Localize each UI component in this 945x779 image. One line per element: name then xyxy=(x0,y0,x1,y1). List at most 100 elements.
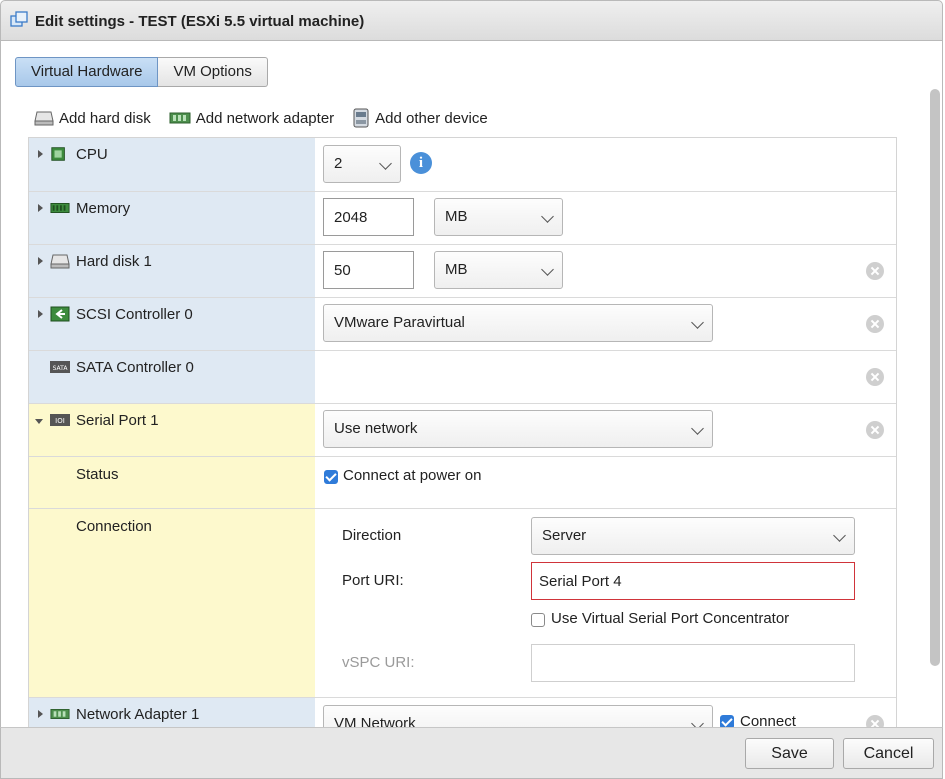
device-label-network-adapter: Network Adapter 1 xyxy=(76,706,200,723)
serial-connection-row: Connection Direction Server Port URI: Us… xyxy=(29,509,896,698)
window-title: Edit settings - TEST (ESXi 5.5 virtual m… xyxy=(35,13,365,30)
scrollbar[interactable] xyxy=(930,89,940,666)
device-row-network-adapter: Network Adapter 1 VM Network Connect xyxy=(29,698,896,727)
network-connect-label[interactable]: Connect xyxy=(740,713,796,727)
add-network-adapter-button[interactable]: Add network adapter xyxy=(169,110,334,127)
add-hard-disk-button[interactable]: Add hard disk xyxy=(34,110,151,127)
serial-port-type-select[interactable]: Use network xyxy=(323,410,713,448)
device-label-scsi: SCSI Controller 0 xyxy=(76,306,193,323)
cancel-button[interactable]: Cancel xyxy=(843,738,934,769)
device-label-cell: Status xyxy=(29,457,315,508)
expand-hard-disk-toggle[interactable] xyxy=(38,257,43,265)
direction-label: Direction xyxy=(342,527,402,544)
cpu-icon xyxy=(51,147,65,161)
tab-bar: Virtual Hardware VM Options xyxy=(15,57,268,87)
memory-unit-value: MB xyxy=(445,208,468,225)
remove-serial-port-icon[interactable] xyxy=(866,421,884,439)
remove-sata-icon[interactable] xyxy=(866,368,884,386)
memory-icon xyxy=(50,203,70,213)
chevron-down-icon xyxy=(541,210,554,223)
scsi-type-value: VMware Paravirtual xyxy=(334,314,465,331)
device-label-cpu: CPU xyxy=(76,146,108,163)
device-label-memory: Memory xyxy=(76,200,131,217)
device-label-cell: SCSI Controller 0 xyxy=(29,298,315,350)
disk-unit-value: MB xyxy=(445,261,468,278)
expand-memory-toggle[interactable] xyxy=(38,204,43,212)
hard-disk-icon xyxy=(50,254,70,269)
connect-at-power-on-checkbox[interactable] xyxy=(324,470,338,484)
device-label-cell: Hard disk 1 xyxy=(29,245,315,297)
svg-text:SATA: SATA xyxy=(53,365,69,372)
info-icon[interactable]: i xyxy=(410,152,432,174)
connection-label: Connection xyxy=(76,518,152,535)
direction-select[interactable]: Server xyxy=(531,517,855,555)
svg-text:IOI: IOI xyxy=(55,417,65,425)
save-button[interactable]: Save xyxy=(745,738,834,769)
device-row-cpu: CPU 2 i xyxy=(29,138,896,192)
device-label-cell: Memory xyxy=(29,192,315,244)
chevron-down-icon xyxy=(691,422,704,435)
device-label-cell: Connection xyxy=(29,509,315,697)
cpu-count-value: 2 xyxy=(334,155,343,172)
device-label-hard-disk: Hard disk 1 xyxy=(76,253,152,270)
device-label-cell: CPU xyxy=(29,138,315,191)
sata-controller-icon: SATA xyxy=(50,361,70,373)
title-bar: Edit settings - TEST (ESXi 5.5 virtual m… xyxy=(0,0,943,41)
serial-port-type-value: Use network xyxy=(334,420,418,437)
add-hard-disk-label: Add hard disk xyxy=(59,109,151,127)
tab-vm-options[interactable]: VM Options xyxy=(158,57,268,87)
device-label-serial-port: Serial Port 1 xyxy=(76,412,159,429)
port-uri-input[interactable] xyxy=(531,562,855,600)
chevron-down-icon xyxy=(379,157,392,170)
use-vspc-label[interactable]: Use Virtual Serial Port Concentrator xyxy=(551,610,789,627)
hard-disk-icon xyxy=(34,111,54,126)
scsi-type-select[interactable]: VMware Paravirtual xyxy=(323,304,713,342)
chevron-down-icon xyxy=(691,316,704,329)
device-row-scsi: SCSI Controller 0 VMware Paravirtual xyxy=(29,298,896,351)
chevron-down-icon xyxy=(833,529,846,542)
add-other-device-label: Add other device xyxy=(375,109,488,127)
vm-icon xyxy=(10,11,28,27)
device-row-serial-port: IOI Serial Port 1 Use network xyxy=(29,404,896,457)
dialog-content: Virtual Hardware VM Options Add hard dis… xyxy=(0,41,943,728)
direction-value: Server xyxy=(542,527,587,544)
scsi-controller-icon xyxy=(50,306,70,322)
network-adapter-icon xyxy=(169,112,191,124)
device-label-cell: Network Adapter 1 xyxy=(29,698,315,727)
disk-unit-select[interactable]: MB xyxy=(434,251,563,289)
add-network-adapter-label: Add network adapter xyxy=(195,109,335,127)
vspc-uri-input[interactable] xyxy=(531,644,855,682)
add-other-device-button[interactable]: Add other device xyxy=(352,108,488,128)
network-select[interactable]: VM Network xyxy=(323,705,713,727)
connect-at-power-on-label[interactable]: Connect at power on xyxy=(343,467,481,484)
network-adapter-icon xyxy=(50,709,70,719)
memory-size-input[interactable] xyxy=(323,198,414,236)
device-label-cell: SATA SATA Controller 0 xyxy=(29,351,315,403)
memory-unit-select[interactable]: MB xyxy=(434,198,563,236)
chevron-down-icon xyxy=(541,263,554,276)
cpu-count-select[interactable]: 2 xyxy=(323,145,401,183)
vspc-uri-label: vSPC URI: xyxy=(342,654,415,671)
expand-network-adapter-toggle[interactable] xyxy=(38,710,43,718)
serial-status-row: Status Connect at power on xyxy=(29,457,896,509)
serial-port-icon: IOI xyxy=(50,414,70,426)
disk-size-input[interactable] xyxy=(323,251,414,289)
dialog-footer: Save Cancel xyxy=(0,727,943,779)
device-row-sata: SATA SATA Controller 0 xyxy=(29,351,896,404)
expand-scsi-toggle[interactable] xyxy=(38,310,43,318)
hardware-grid: CPU 2 i Memory 2048 MB Hard disk 1 50 MB… xyxy=(28,137,897,728)
collapse-serial-port-toggle[interactable] xyxy=(35,419,43,424)
device-row-hard-disk: Hard disk 1 MB xyxy=(29,245,896,298)
hardware-actions: Add hard disk Add network adapter Add ot… xyxy=(34,107,506,129)
device-row-memory: Memory MB xyxy=(29,192,896,245)
status-label: Status xyxy=(76,466,119,483)
device-label-cell: IOI Serial Port 1 xyxy=(29,404,315,456)
use-vspc-checkbox[interactable] xyxy=(531,613,545,627)
tab-virtual-hardware[interactable]: Virtual Hardware xyxy=(15,57,159,87)
device-icon xyxy=(353,108,369,128)
expand-cpu-toggle[interactable] xyxy=(38,150,43,158)
port-uri-label: Port URI: xyxy=(342,572,404,589)
remove-scsi-icon[interactable] xyxy=(866,315,884,333)
remove-hard-disk-icon[interactable] xyxy=(866,262,884,280)
device-label-sata: SATA Controller 0 xyxy=(76,359,194,376)
